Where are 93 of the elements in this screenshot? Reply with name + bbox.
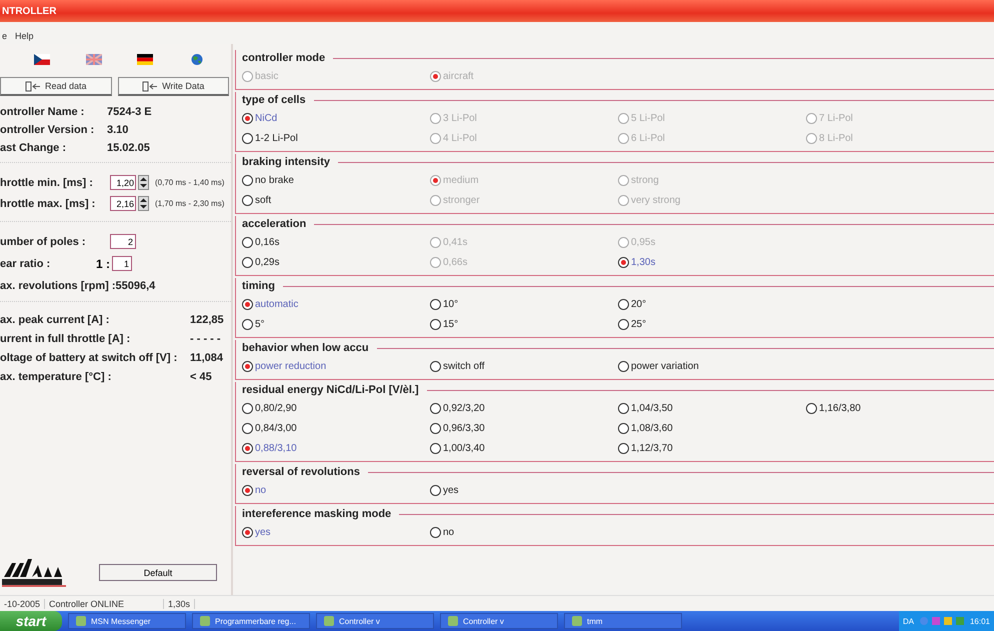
radio-option[interactable]: 1,12/3,70 xyxy=(618,442,673,454)
group-title: reversal of revolutions xyxy=(242,466,360,478)
measurement-value: < 45 xyxy=(190,371,212,383)
status-text: -10-2005 xyxy=(0,598,46,608)
radio-option[interactable]: yes xyxy=(242,526,271,538)
range-hint: (0,70 ms - 1,40 ms) xyxy=(155,178,224,187)
flag-icon[interactable] xyxy=(34,54,50,65)
poles-field[interactable]: 2 xyxy=(110,234,136,249)
range-hint: (1,70 ms - 2,30 ms) xyxy=(155,199,224,208)
app-icon xyxy=(447,615,459,627)
radio-option[interactable]: no brake xyxy=(242,174,294,186)
radio-option[interactable]: 10° xyxy=(430,298,458,310)
radio-option[interactable]: 1,00/3,40 xyxy=(430,442,485,454)
group-title: timing xyxy=(242,280,275,292)
info-value: 15.02.05 xyxy=(107,142,150,154)
gear-ratio-field[interactable]: 1 xyxy=(112,256,132,271)
measurement-value: - - - - - xyxy=(190,333,221,345)
radio-option[interactable]: 1,04/3,50 xyxy=(618,402,673,414)
group-title: acceleration xyxy=(242,218,306,230)
radio-option[interactable]: 1,08/3,60 xyxy=(618,422,673,434)
ratio-prefix: 1 : xyxy=(96,256,110,270)
taskbar-item[interactable]: tmm xyxy=(564,613,682,629)
radio-option[interactable]: 1,16/3,80 xyxy=(806,402,861,414)
measurement-label: urrent in full throttle [A] : xyxy=(0,333,132,345)
measurement-label: ax. temperature [°C] : xyxy=(0,371,112,383)
group-title: type of cells xyxy=(242,94,306,106)
app-icon xyxy=(75,615,87,627)
default-button[interactable]: Default xyxy=(99,564,217,581)
radio-option[interactable]: soft xyxy=(242,194,272,206)
measurement-value: 122,85 xyxy=(190,314,224,326)
radio-option[interactable]: 0,80/2,90 xyxy=(242,402,297,414)
taskbar-item[interactable]: Controller v xyxy=(316,613,434,629)
app-icon xyxy=(571,615,583,627)
radio-option[interactable]: power reduction xyxy=(242,360,326,372)
info-value: 3.10 xyxy=(107,124,128,136)
group-title: intereference masking mode xyxy=(242,508,392,520)
taskbar-item[interactable]: Controller v xyxy=(440,613,558,629)
spin-field[interactable]: 1,20 xyxy=(110,175,136,190)
radio-option[interactable]: 0,16s xyxy=(242,236,280,248)
info-label: ontroller Name : xyxy=(0,106,86,118)
poles-label: umber of poles : xyxy=(0,236,87,248)
radio-option[interactable]: NiCd xyxy=(242,112,278,124)
group-title: braking intensity xyxy=(242,156,330,168)
clock: 16:01 xyxy=(970,616,990,626)
menu-item[interactable]: Help xyxy=(15,31,34,41)
spin-field[interactable]: 2,16 xyxy=(110,196,136,211)
spin-arrows-icon[interactable] xyxy=(138,196,149,211)
radio-option[interactable]: power variation xyxy=(618,360,699,372)
taskbar-item[interactable]: MSN Messenger xyxy=(68,613,186,629)
tray-icons-drawing xyxy=(918,615,966,627)
flag-icon[interactable] xyxy=(137,54,154,65)
status-text: 1,30s xyxy=(164,598,196,608)
radio-option[interactable]: 1,30s xyxy=(618,256,656,268)
globe-icon[interactable] xyxy=(189,54,206,65)
info-label: ast Change : xyxy=(0,142,68,154)
status-text: Controller ONLINE xyxy=(45,598,164,608)
info-label: ontroller Version : xyxy=(0,124,96,136)
radio-option[interactable]: 20° xyxy=(618,298,646,310)
app-icon xyxy=(199,615,211,627)
measurement-label: oltage of battery at switch off [V] : xyxy=(0,352,178,364)
menu-item[interactable]: e xyxy=(2,31,8,41)
radio-option[interactable]: no xyxy=(430,526,454,538)
data-button[interactable]: Write Data xyxy=(118,77,229,96)
arrow-door-icon xyxy=(142,80,158,92)
radio-option[interactable]: 0,84/3,00 xyxy=(242,422,297,434)
data-button[interactable]: Read data xyxy=(0,77,112,96)
taskbar-item[interactable]: Programmerbare reg... xyxy=(192,613,310,629)
radio-option[interactable]: switch off xyxy=(430,360,484,372)
group-title: behavior when low accu xyxy=(242,342,369,354)
window-title: NTROLLER xyxy=(1,6,56,16)
throttle-label: hrottle max. [ms] : xyxy=(0,198,96,210)
radio-option[interactable]: yes xyxy=(430,484,459,496)
radio-option[interactable]: 15° xyxy=(430,318,458,330)
radio-option[interactable]: 5° xyxy=(242,318,265,330)
app-icon xyxy=(323,615,335,627)
info-value: 7524-3 E xyxy=(107,106,152,118)
max-revolutions: ax. revolutions [rpm] :55096,4 xyxy=(0,280,156,292)
radio-option[interactable]: 1-2 Li-Pol xyxy=(242,132,298,144)
measurement-value: 11,084 xyxy=(190,352,224,364)
group-title: controller mode xyxy=(242,52,326,64)
spin-arrows-icon[interactable] xyxy=(138,175,149,190)
radio-option[interactable]: 0,29s xyxy=(242,256,280,268)
radio-option[interactable]: automatic xyxy=(242,298,298,310)
gear-ratio-label: ear ratio : xyxy=(0,258,52,270)
arrow-door-icon xyxy=(24,80,41,92)
radio-option[interactable]: 0,88/3,10 xyxy=(242,442,297,454)
radio-option[interactable]: 25° xyxy=(618,318,646,330)
group-title: residual energy NiCd/Li-Pol [V/èl.] xyxy=(242,384,419,396)
radio-option[interactable]: 0,96/3,30 xyxy=(430,422,485,434)
measurement-label: ax. peak current [A] : xyxy=(0,314,110,326)
radio-option[interactable]: 0,92/3,20 xyxy=(430,402,485,414)
throttle-label: hrottle min. [ms] : xyxy=(0,176,94,188)
radio-option[interactable]: no xyxy=(242,484,266,496)
